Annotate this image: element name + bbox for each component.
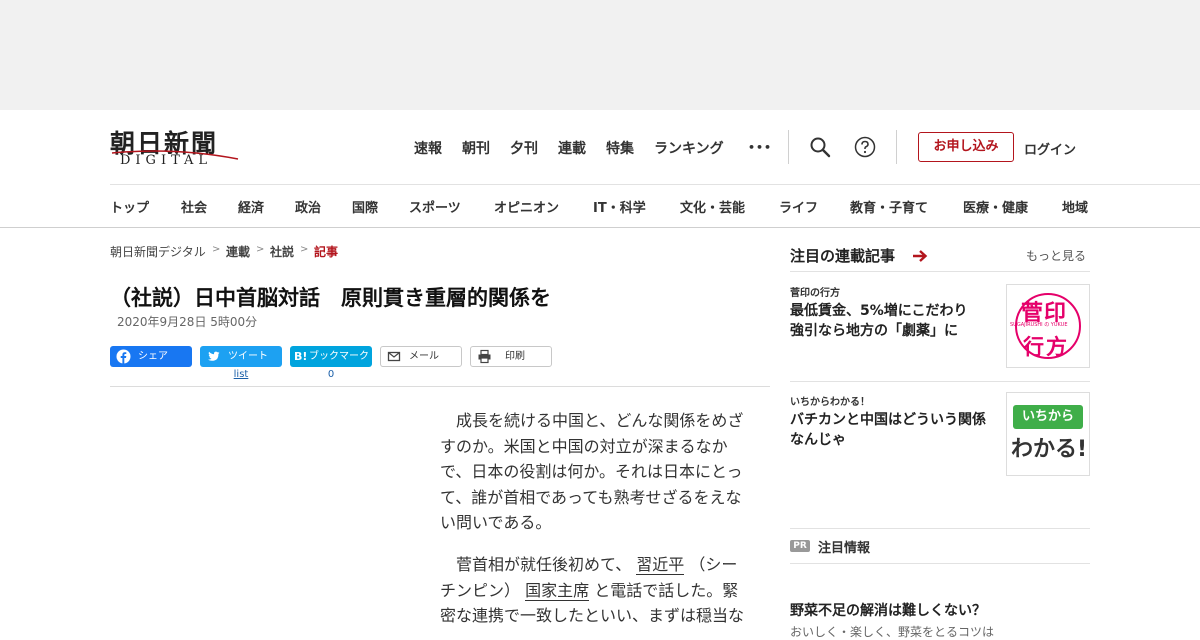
mail-share-label: メール xyxy=(409,351,439,362)
title-line: バチカンと中国はどういう関係 xyxy=(790,412,986,428)
sidebar-heading[interactable]: 注目の連載記事 xyxy=(790,245,895,266)
logo-sub-text: DIGITAL xyxy=(120,153,213,168)
more-menu-icon[interactable]: ••• xyxy=(748,141,772,161)
nav-series[interactable]: 連載 xyxy=(558,138,586,158)
thumbnail-subtext: SUGAJIRUSHI の YUKUE xyxy=(1010,322,1068,328)
nav-morning[interactable]: 朝刊 xyxy=(462,138,490,158)
facebook-share-button[interactable]: シェア xyxy=(110,346,192,367)
paragraph-line: すのか。米国と中国の対立が深まるなか xyxy=(440,436,728,456)
subscribe-button[interactable]: お申し込み xyxy=(918,132,1014,162)
sidebar-divider xyxy=(790,381,1090,382)
category-society[interactable]: 社会 xyxy=(181,197,207,216)
category-sports[interactable]: スポーツ xyxy=(409,197,461,216)
sidebar-item-title[interactable]: 最低賃金、5%増にこだわり 強引なら地方の「劇薬」に xyxy=(790,301,995,341)
category-health[interactable]: 医療・健康 xyxy=(963,197,1028,216)
category-top[interactable]: トップ xyxy=(110,197,149,216)
category-divider xyxy=(110,184,1200,185)
article-title: （社説）日中首脳対話 原則貫き重層的関係を xyxy=(110,286,551,310)
text-run: 菅首相が就任後初めて、 xyxy=(456,555,632,574)
sidebar-thumbnail-ichikara[interactable]: いちから わかる! xyxy=(1006,392,1090,476)
facebook-share-label: シェア xyxy=(138,351,168,362)
print-label: 印刷 xyxy=(505,351,525,362)
search-icon[interactable] xyxy=(809,136,831,158)
paragraph-line: 菅首相が就任後初めて、 習近平 （シー xyxy=(440,552,748,578)
paragraph-line: 成長を続ける中国と、どんな関係をめざ xyxy=(456,411,744,430)
category-international[interactable]: 国際 xyxy=(352,197,378,216)
breadcrumb-series[interactable]: 連載 xyxy=(226,243,250,260)
thumbnail-text: わかる! xyxy=(1011,437,1088,462)
thumbnail-badge: いちから xyxy=(1013,405,1083,429)
sidebar-item-kicker[interactable]: いちからわかる！ xyxy=(790,393,870,408)
thumbnail-text: 行方 xyxy=(1023,335,1069,359)
paragraph-line: で、日本の役割は何か。それは日本にとっ xyxy=(440,462,743,481)
nav-divider xyxy=(896,130,897,164)
sidebar-item-kicker[interactable]: 菅印の行方 xyxy=(790,284,840,299)
nav-evening[interactable]: 夕刊 xyxy=(510,138,538,158)
login-link[interactable]: ログイン xyxy=(1024,139,1076,158)
title-line: 強引なら地方の「劇薬」に xyxy=(790,323,958,339)
print-button[interactable]: 印刷 xyxy=(470,346,552,367)
paragraph-line: い問いである。 xyxy=(440,513,552,532)
pr-badge: PR xyxy=(790,540,810,552)
sidebar-thumbnail-sugajirushi[interactable]: 菅印 SUGAJIRUSHI の YUKUE 行方 xyxy=(1006,284,1090,368)
article-paragraph-1: 成長を続ける中国と、どんな関係をめざ すのか。米国と中国の対立が深まるなか で、… xyxy=(440,408,748,536)
category-it-science[interactable]: IT・科学 xyxy=(593,197,646,216)
twitter-share-label: ツイート xyxy=(228,351,268,362)
pr-heading: 注目情報 xyxy=(818,541,871,556)
category-local[interactable]: 地域 xyxy=(1062,197,1088,216)
pr-article-title[interactable]: 野菜不足の解消は難しくない？ xyxy=(790,600,986,620)
category-economy[interactable]: 経済 xyxy=(238,197,264,216)
article-date: 2020年9月28日 5時00分 xyxy=(117,315,258,329)
help-icon[interactable] xyxy=(854,136,876,158)
nav-breaking[interactable]: 速報 xyxy=(414,138,442,158)
sidebar-divider xyxy=(790,563,1090,564)
title-line: 最低賃金、5%増にこだわり xyxy=(790,303,968,319)
site-logo[interactable]: 朝日新聞 DIGITAL xyxy=(110,124,242,174)
ad-banner-area xyxy=(0,0,1200,110)
printer-icon xyxy=(478,349,491,364)
breadcrumb-editorial[interactable]: 社説 xyxy=(270,243,294,260)
nav-features[interactable]: 特集 xyxy=(606,138,634,158)
paragraph-line: チンピン） 国家主席 と電話で話した。緊 xyxy=(440,578,748,604)
nav-ranking[interactable]: ランキング xyxy=(654,138,724,158)
arrow-right-icon[interactable] xyxy=(912,249,928,263)
hatena-icon: B! xyxy=(294,350,308,363)
text-run: （シー xyxy=(689,555,738,574)
category-education[interactable]: 教育・子育て xyxy=(850,197,928,216)
breadcrumb-separator: > xyxy=(256,244,265,255)
breadcrumb-home[interactable]: 朝日新聞デジタル xyxy=(110,243,206,260)
title-line: なんじゃ xyxy=(790,432,846,448)
hatena-bookmark-button[interactable]: B! ブックマーク xyxy=(290,346,372,367)
paragraph-line: て、誰が首相であっても熟考せざるをえな xyxy=(440,487,742,507)
facebook-icon xyxy=(116,349,131,364)
see-more-link[interactable]: もっと見る xyxy=(1026,247,1086,264)
category-culture[interactable]: 文化・芸能 xyxy=(680,197,745,216)
hatena-count: 0 xyxy=(327,369,335,380)
keyword-link-president[interactable]: 国家主席 xyxy=(525,580,590,601)
breadcrumb-separator: > xyxy=(212,244,221,255)
mail-icon xyxy=(387,351,401,362)
category-opinion[interactable]: オピニオン xyxy=(494,197,559,216)
category-politics[interactable]: 政治 xyxy=(295,197,321,216)
category-life[interactable]: ライフ xyxy=(779,197,818,216)
twitter-count[interactable]: list xyxy=(200,369,282,380)
mail-share-button[interactable]: メール xyxy=(380,346,462,367)
text-run: チンピン） xyxy=(440,580,521,600)
article-divider xyxy=(110,386,770,387)
article-paragraph-2: 菅首相が就任後初めて、 習近平 （シー チンピン） 国家主席 と電話で話した。緊… xyxy=(440,552,748,629)
text-run: と電話で話した。緊 xyxy=(594,580,739,600)
twitter-icon xyxy=(208,351,220,361)
paragraph-line: 密な連携で一致したといい、まずは穏当な xyxy=(440,606,745,625)
keyword-link-xi-jinping[interactable]: 習近平 xyxy=(636,555,685,575)
nav-divider xyxy=(788,130,789,164)
breadcrumb-current: 記事 xyxy=(314,245,339,259)
sidebar-divider xyxy=(790,528,1090,529)
breadcrumb-separator: > xyxy=(300,244,309,255)
sidebar-divider xyxy=(790,271,1090,272)
pr-article-subtitle[interactable]: おいしく・楽しく、野菜をとるコツは xyxy=(790,623,994,640)
sidebar-item-title[interactable]: バチカンと中国はどういう関係 なんじゃ xyxy=(790,410,995,450)
twitter-share-button[interactable]: ツイート xyxy=(200,346,282,367)
hatena-bookmark-label: ブックマーク xyxy=(309,351,369,362)
